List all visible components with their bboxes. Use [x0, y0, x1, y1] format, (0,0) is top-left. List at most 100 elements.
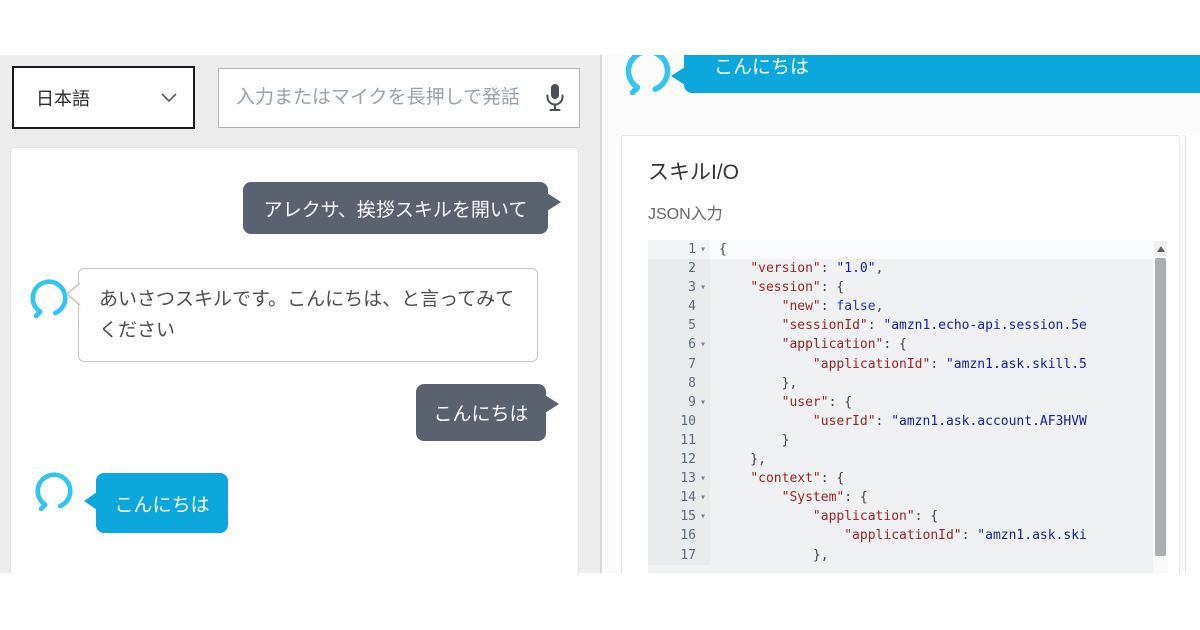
code-line[interactable]: 1 ▾ {: [648, 240, 1153, 260]
microphone-icon: [543, 83, 567, 116]
line-number: 1: [688, 242, 696, 257]
language-selector[interactable]: 日本語: [12, 66, 195, 129]
line-number: 8: [688, 375, 696, 391]
bubble-tail: [65, 282, 81, 316]
alexa-ring-icon: [624, 55, 672, 96]
code-text: "application": {: [812, 509, 939, 525]
line-number: 10: [680, 413, 696, 429]
code-text: "new": false,: [781, 299, 884, 315]
microphone-button[interactable]: [538, 82, 572, 116]
line-number: 4: [688, 299, 696, 315]
fold-caret-icon[interactable]: ▾: [696, 488, 710, 507]
code-line[interactable]: 2 "version": "1.0",: [648, 259, 1153, 279]
gutter-cell: 15 ▾: [648, 507, 710, 527]
alexa-message-text: こんにちは: [714, 57, 810, 78]
code-line[interactable]: 10 "userId": "amzn1.ask.account.AF3HVW: [648, 411, 1153, 431]
code-text: },: [719, 547, 829, 563]
code-line[interactable]: 7 "applicationId": "amzn1.ask.skill.5: [648, 354, 1153, 374]
bubble-tail: [545, 395, 559, 413]
gutter-cell: 1 ▾: [648, 240, 710, 260]
user-message-text: アレクサ、挨拶スキルを開いて: [263, 199, 528, 221]
code-text: "session": {: [750, 280, 845, 296]
gutter-cell: 14 ▾: [648, 488, 710, 508]
alexa-ring-icon: [29, 278, 69, 319]
utterance-input[interactable]: [218, 68, 580, 128]
alexa-message-bubble: あいさつスキルです。こんにちは、と言ってみてください: [65, 268, 538, 362]
code-line[interactable]: 9 ▾ "user": {: [648, 392, 1153, 412]
code-text: },: [719, 375, 798, 391]
code-line[interactable]: 11 }: [648, 430, 1153, 451]
code-text: "System": {: [781, 490, 868, 506]
line-number: 3: [688, 280, 696, 296]
code-line[interactable]: 6 ▾ "application": {: [648, 335, 1153, 355]
code-line[interactable]: 4 "new": false,: [648, 297, 1153, 317]
skill-io-panel: こんにちは スキルI/O JSON入力 1 ▾{2 "version": "1.0…: [602, 55, 1200, 573]
scrollbar-thumb[interactable]: [1155, 258, 1166, 556]
fold-caret-icon[interactable]: ▾: [696, 393, 710, 412]
line-number: 6: [688, 337, 696, 353]
code-text: }: [719, 432, 790, 448]
line-number: 2: [688, 261, 696, 277]
scroll-up-icon: [1156, 245, 1165, 252]
code-text: "userId": "amzn1.ask.account.AF3HVW: [812, 413, 1087, 429]
json-editor-lines: 1 ▾{2 "version": "1.0", 3 ▾ "session": {4 "…: [648, 240, 1153, 565]
code-line[interactable]: 8 },: [648, 373, 1153, 393]
alexa-message-bubble: こんにちは: [671, 55, 1200, 93]
gutter-cell: 2: [648, 259, 710, 279]
line-number: 13: [680, 471, 696, 487]
chevron-down-icon: [161, 89, 177, 107]
line-number: 5: [688, 318, 696, 334]
gutter-cell: 4: [648, 297, 710, 317]
user-message-bubble: アレクサ、挨拶スキルを開いて: [243, 182, 561, 234]
code-line[interactable]: 12 },: [648, 450, 1153, 470]
fold-caret-icon[interactable]: ▾: [696, 335, 710, 354]
line-number: 12: [680, 452, 696, 468]
code-text: "version": "1.0",: [750, 261, 884, 277]
code-text: "context": {: [750, 471, 845, 487]
gutter-cell: 3 ▾: [648, 278, 710, 298]
gutter-cell: 7: [648, 354, 710, 374]
gutter-cell: 12: [648, 450, 710, 470]
code-line[interactable]: 13 ▾ "context": {: [648, 469, 1153, 489]
fold-caret-icon[interactable]: ▾: [696, 469, 710, 488]
editor-scrollbar[interactable]: [1153, 240, 1168, 573]
fold-caret-icon[interactable]: ▾: [696, 507, 710, 526]
alexa-ring-icon: [34, 471, 74, 512]
line-number: 9: [688, 394, 696, 410]
fold-caret-icon[interactable]: ▾: [696, 278, 710, 297]
chat-log[interactable]: アレクサ、挨拶スキルを開いて あいさつスキルです。こんにちは、と言ってみてくださ…: [10, 147, 579, 573]
code-line[interactable]: 3 ▾ "session": {: [648, 278, 1153, 298]
alexa-message-text: あいさつスキルです。こんにちは、と言ってみてください: [99, 289, 515, 341]
code-line[interactable]: 5 "sessionId": "amzn1.echo-api.session.5…: [648, 316, 1153, 336]
alexa-test-simulator: 日本語 入力またはマイクを長押しで発話 アレクサ、挨拶スキルを開いて あいさつス…: [0, 0, 1200, 630]
alexa-message-bubble: こんにちは: [84, 473, 228, 533]
skill-io-card: スキルI/O JSON入力 1 ▾{2 "version": "1.0", 3 ▾ "…: [621, 135, 1180, 573]
alexa-message-text: こんにちは: [114, 494, 210, 516]
skill-io-title: スキルI/O: [648, 161, 740, 184]
user-message-bubble: こんにちは: [416, 384, 559, 441]
gutter-cell: 13 ▾: [648, 469, 710, 489]
code-text: "sessionId": "amzn1.echo-api.session.5e: [781, 318, 1087, 334]
scroll-up-button[interactable]: [1154, 241, 1167, 256]
code-line[interactable]: 17 },: [648, 545, 1153, 565]
code-line[interactable]: 16 "applicationId": "amzn1.ask.ski: [648, 526, 1153, 546]
gutter-cell: 17: [648, 545, 710, 565]
line-number: 7: [688, 356, 696, 372]
json-input-editor[interactable]: 1 ▾{2 "version": "1.0", 3 ▾ "session": {4 "…: [648, 240, 1168, 573]
language-selector-value: 日本語: [36, 88, 90, 109]
fold-caret-icon[interactable]: ▾: [696, 240, 710, 259]
code-line[interactable]: 15 ▾ "application": {: [648, 507, 1153, 527]
code-line[interactable]: 14 ▾ "System": {: [648, 488, 1153, 508]
line-number: 17: [680, 547, 696, 563]
json-input-label: JSON入力: [648, 206, 723, 223]
gutter-cell: 10: [648, 411, 710, 431]
line-number: 11: [680, 432, 696, 448]
gutter-cell: 6 ▾: [648, 335, 710, 355]
code-text: },: [719, 452, 766, 468]
gutter-cell: 16: [648, 526, 710, 546]
code-text: "application": {: [781, 337, 907, 353]
user-message-text: こんにちは: [433, 404, 529, 425]
json-output-card-edge: [1185, 135, 1200, 573]
gutter-cell: 11: [648, 430, 710, 451]
code-text: "user": {: [781, 394, 853, 410]
